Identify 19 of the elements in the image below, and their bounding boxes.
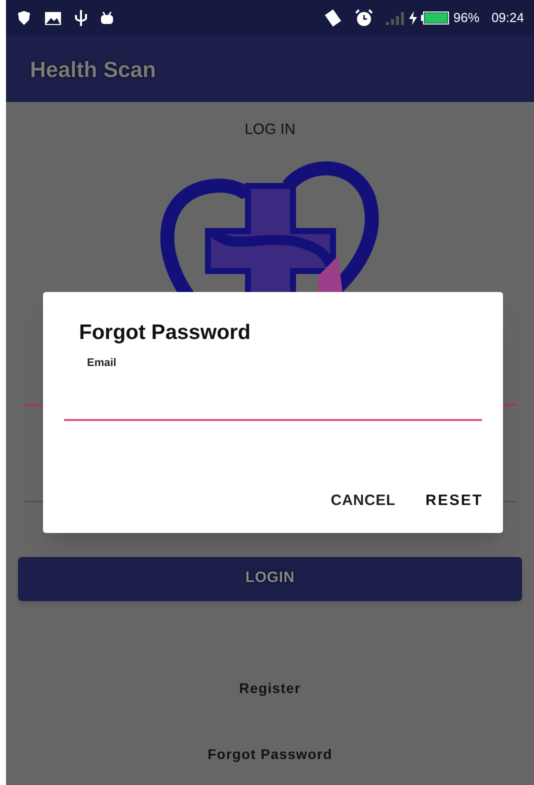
dialog-title: Forgot Password (79, 320, 252, 346)
cancel-button[interactable]: CANCEL (324, 484, 402, 518)
register-link[interactable]: Register (239, 678, 301, 698)
signal-icon (385, 11, 406, 25)
android-icon (100, 11, 114, 25)
clock: 09:24 (491, 9, 524, 28)
login-button[interactable]: LOGIN (18, 556, 522, 600)
forgot-password-link[interactable]: Forgot Password (208, 744, 332, 764)
alarm-clock-icon (355, 9, 374, 27)
shield-icon (16, 10, 32, 26)
reset-button[interactable]: RESET (419, 484, 489, 518)
field-label: Email (87, 356, 116, 370)
battery-percentage: 96% (453, 9, 480, 28)
screen-heading: LOG IN (244, 120, 296, 140)
battery-icon (421, 11, 450, 25)
usb-icon (74, 9, 88, 27)
charging-icon (409, 11, 418, 25)
image-icon (44, 10, 62, 26)
app-title: Health Scan (30, 56, 156, 84)
